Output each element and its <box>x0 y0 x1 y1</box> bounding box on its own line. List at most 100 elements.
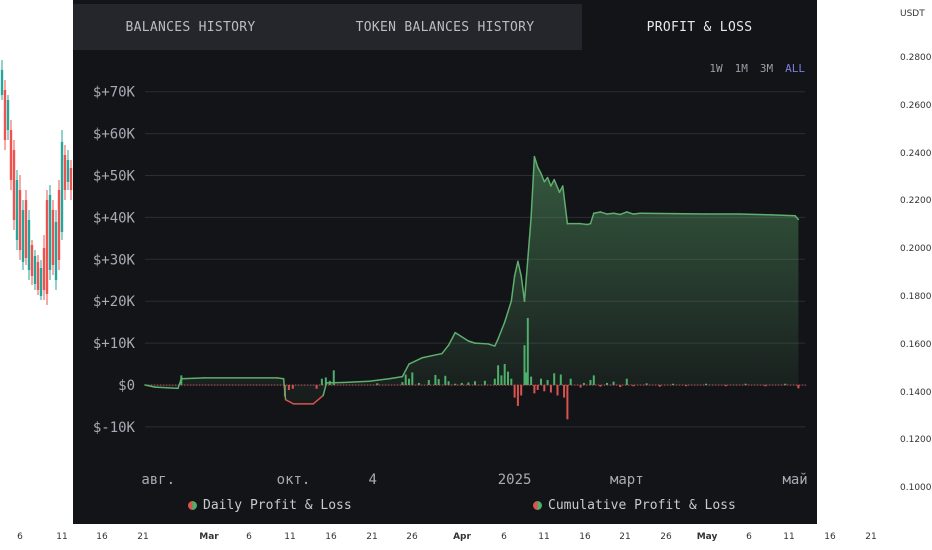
date-axis-label: 6 <box>746 532 752 542</box>
zero-baseline-dot <box>517 384 519 386</box>
zero-baseline-dot <box>619 384 621 386</box>
zero-baseline-dot <box>511 384 513 386</box>
daily-pnl-bar <box>536 385 539 391</box>
price-axis-label: 0.1000 <box>900 483 932 494</box>
zero-baseline-dot <box>415 384 417 386</box>
zero-baseline-dot <box>652 384 654 386</box>
cumulative-line-segment <box>579 222 588 226</box>
zero-baseline-dot <box>310 384 312 386</box>
zero-baseline-dot <box>367 384 369 386</box>
zero-baseline-dot <box>433 384 435 386</box>
zero-baseline-dot <box>406 384 408 386</box>
zero-baseline-dot <box>691 384 693 386</box>
zero-baseline-dot <box>748 384 750 386</box>
zero-baseline-dot <box>760 384 762 386</box>
daily-pnl-bar <box>474 381 476 385</box>
zero-baseline-dot <box>772 384 774 386</box>
zero-baseline-dot <box>166 384 168 386</box>
zero-baseline-dot <box>541 384 543 386</box>
zero-baseline-dot <box>394 384 396 386</box>
zero-baseline-dot <box>295 384 297 386</box>
zero-baseline-dot <box>628 384 630 386</box>
candle-body <box>51 210 55 265</box>
zero-baseline-dot <box>388 384 390 386</box>
cumulative-line-segment <box>738 213 773 216</box>
zero-baseline-dot <box>160 384 162 386</box>
zero-baseline-dot <box>613 384 615 386</box>
daily-pnl-bar <box>546 379 549 385</box>
candle-body <box>57 190 61 260</box>
daily-pnl-bar <box>589 379 592 385</box>
cumulative-line-segment <box>276 377 285 380</box>
date-axis-label: 11 <box>538 532 550 542</box>
zero-baseline-dot <box>736 384 738 386</box>
daily-pnl-bar <box>411 372 414 385</box>
daily-pnl-bar <box>592 375 595 385</box>
daily-pnl-bar <box>526 317 529 385</box>
zero-baseline-dot <box>466 384 468 386</box>
cumulative-line-segment <box>282 377 287 401</box>
zero-baseline-dot <box>280 384 282 386</box>
daily-pnl-bar <box>493 378 496 385</box>
zero-baseline-dot <box>412 384 414 386</box>
zero-baseline-dot <box>535 384 537 386</box>
daily-pnl-bar <box>437 379 440 385</box>
zero-baseline-dot <box>790 384 792 386</box>
zero-baseline-dot <box>364 384 366 386</box>
cumulative-line-segment <box>771 214 796 217</box>
price-axis-label: 0.1200 <box>900 435 932 446</box>
zero-baseline-dot <box>802 384 804 386</box>
zero-baseline-dot <box>505 384 507 386</box>
date-axis: 6 11 16 21 Mar 6 11 16 21 26 Apr 6 11 16 21 26 May 6 11 16 2… <box>0 524 932 550</box>
daily-pnl-bar <box>566 385 569 420</box>
zero-baseline-dot <box>292 384 294 386</box>
date-axis-label: 26 <box>660 532 672 542</box>
zero-baseline-dot <box>550 384 552 386</box>
zero-baseline-dot <box>739 384 741 386</box>
legend-daily[interactable]: Daily Profit & Loss <box>188 498 352 513</box>
y-tick-label: $+30K <box>93 252 136 268</box>
zero-baseline-dot <box>574 384 576 386</box>
zero-baseline-dot <box>787 384 789 386</box>
date-axis-label: 21 <box>366 532 378 542</box>
legend-cumulative[interactable]: Cumulative Profit & Loss <box>533 498 736 513</box>
zero-baseline-dot <box>184 384 186 386</box>
candle-body <box>45 200 49 294</box>
candle-body <box>24 200 28 258</box>
zero-baseline-dot <box>313 384 315 386</box>
zero-baseline-dot <box>397 384 399 386</box>
zero-baseline-dot <box>205 384 207 386</box>
price-axis-label: 0.2400 <box>900 148 932 159</box>
x-tick-label: 2025 <box>498 472 532 488</box>
zero-baseline-dot <box>796 384 798 386</box>
price-axis-unit: USDT <box>900 9 925 19</box>
zero-baseline-dot <box>193 384 195 386</box>
cumulative-line-segment <box>180 377 206 380</box>
zero-baseline-dot <box>424 384 426 386</box>
zero-baseline-dot <box>634 384 636 386</box>
zero-baseline-dot <box>601 384 603 386</box>
zero-baseline-dot <box>499 384 501 386</box>
date-axis-label: 6 <box>17 532 23 542</box>
zero-baseline-dot <box>523 384 525 386</box>
zero-baseline-dot <box>661 384 663 386</box>
daily-pnl-bar <box>447 381 450 385</box>
zero-baseline-dot <box>607 384 609 386</box>
zero-baseline-dot <box>319 384 321 386</box>
zero-baseline-dot <box>427 384 429 386</box>
zero-baseline-dot <box>742 384 744 386</box>
zero-baseline-dot <box>439 384 441 386</box>
candle-body <box>30 245 34 276</box>
zero-baseline-dot <box>559 384 561 386</box>
price-axis-label: 0.2000 <box>900 244 932 255</box>
daily-pnl-bar <box>497 365 500 385</box>
zero-baseline-dot <box>481 384 483 386</box>
zero-baseline-dot <box>334 384 336 386</box>
zero-baseline-dot <box>358 384 360 386</box>
zero-baseline-dot <box>571 384 573 386</box>
zero-baseline-dot <box>445 384 447 386</box>
zero-baseline-dot <box>520 384 522 386</box>
zero-baseline-dot <box>712 384 714 386</box>
zero-baseline-dot <box>487 384 489 386</box>
zero-baseline-dot <box>556 384 558 386</box>
